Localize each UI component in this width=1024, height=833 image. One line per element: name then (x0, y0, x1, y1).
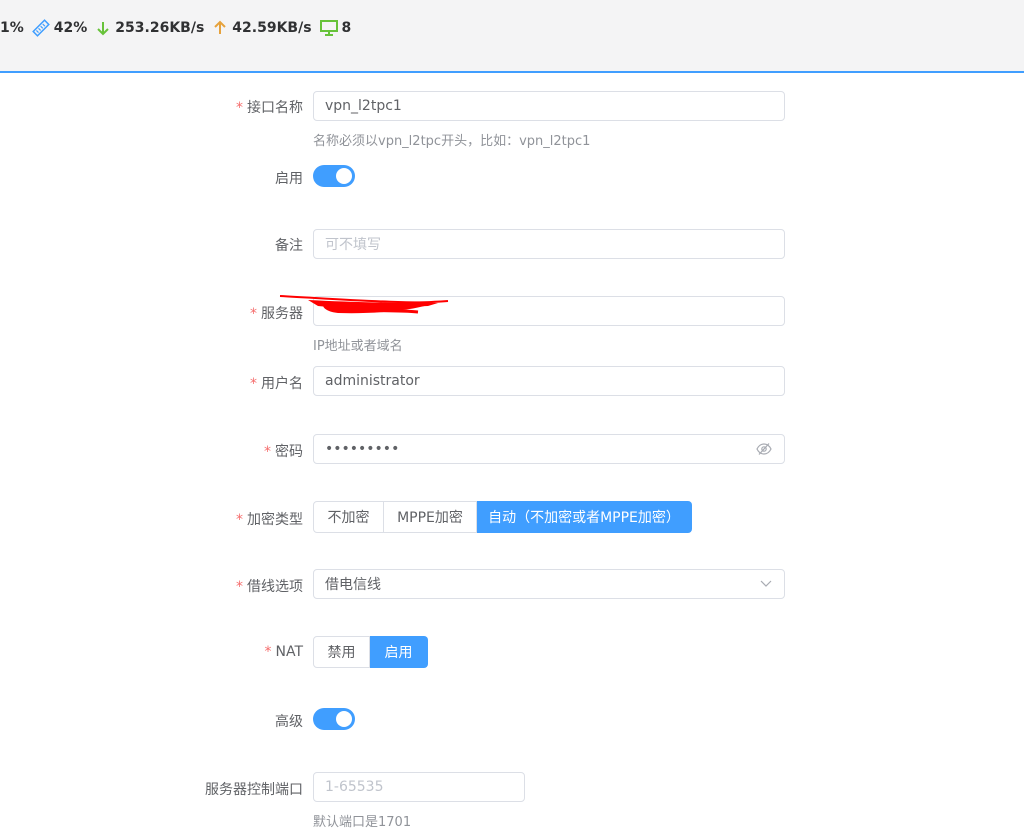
status-bar: 1% 42% 253.26KB/s 42.59KB/s 8 (0, 0, 1024, 73)
interface-name-input[interactable]: vpn_l2tpc1 (313, 91, 785, 121)
upload-speed: 42.59KB/s (232, 20, 312, 36)
encryption-option-auto[interactable]: 自动（不加密或者MPPE加密） (477, 501, 692, 533)
advanced-switch[interactable] (313, 708, 355, 730)
enable-switch[interactable] (313, 165, 355, 187)
download-stat: 253.26KB/s (95, 20, 204, 36)
remark-input[interactable]: 可不填写 (313, 229, 785, 259)
switch-knob (336, 168, 352, 184)
cpu-stat: 1% (0, 20, 24, 36)
arrow-down-icon (97, 22, 110, 36)
required-mark: * (264, 444, 271, 460)
password-value: ••••••••• (325, 441, 400, 457)
memory-icon (31, 19, 50, 37)
upload-stat: 42.59KB/s (212, 20, 312, 36)
line-option-value: 借电信线 (325, 577, 381, 593)
system-stats: 1% 42% 253.26KB/s 42.59KB/s 8 (0, 17, 359, 39)
password-input[interactable]: ••••••••• (313, 434, 785, 464)
username-label: * 用户名 (250, 376, 303, 392)
encryption-label: * 加密类型 (236, 512, 303, 528)
server-hint: IP地址或者域名 (313, 339, 403, 354)
nat-label: * NAT (264, 644, 303, 660)
line-option-select[interactable]: 借电信线 (313, 569, 785, 599)
advanced-label: 高级 (275, 714, 303, 730)
required-mark: * (236, 100, 243, 116)
memory-stat: 42% (31, 19, 88, 37)
encryption-option-mppe[interactable]: MPPE加密 (384, 501, 477, 533)
port-label: 服务器控制端口 (205, 782, 303, 798)
username-input[interactable]: administrator (313, 366, 785, 396)
port-input[interactable]: 1-65535 (313, 772, 525, 802)
cpu-value: 1% (0, 20, 24, 36)
required-mark: * (264, 644, 272, 660)
nat-option-enable[interactable]: 启用 (370, 636, 428, 668)
eye-off-icon[interactable] (756, 442, 772, 456)
arrow-up-icon (214, 20, 227, 34)
nat-group: 禁用 启用 (313, 636, 428, 668)
encryption-option-none[interactable]: 不加密 (313, 501, 384, 533)
required-mark: * (250, 376, 257, 392)
clients-count: 8 (341, 20, 352, 36)
port-placeholder: 1-65535 (325, 779, 384, 795)
nat-option-disable[interactable]: 禁用 (313, 636, 370, 668)
interface-name-hint: 名称必须以vpn_l2tpc开头，比如：vpn_l2tpc1 (313, 134, 591, 149)
memory-value: 42% (53, 20, 88, 36)
download-speed: 253.26KB/s (115, 20, 205, 36)
interface-name-value: vpn_l2tpc1 (325, 98, 402, 114)
enable-label: 启用 (275, 171, 303, 187)
required-mark: * (250, 306, 257, 322)
remark-placeholder: 可不填写 (325, 237, 381, 253)
required-mark: * (236, 579, 243, 595)
monitor-icon (319, 20, 338, 36)
switch-knob (336, 711, 352, 727)
encryption-type-group: 不加密 MPPE加密 自动（不加密或者MPPE加密） (313, 501, 692, 533)
port-hint: 默认端口是1701 (313, 815, 412, 830)
chevron-down-icon (760, 580, 772, 587)
remark-label: 备注 (275, 238, 303, 254)
clients-stat: 8 (319, 20, 352, 36)
redaction-scribble (279, 295, 449, 314)
iface-label: * 接口名称 (236, 100, 303, 116)
username-value: administrator (325, 373, 420, 389)
required-mark: * (236, 512, 243, 528)
password-label: * 密码 (264, 444, 303, 460)
line-option-label: * 借线选项 (236, 579, 303, 595)
